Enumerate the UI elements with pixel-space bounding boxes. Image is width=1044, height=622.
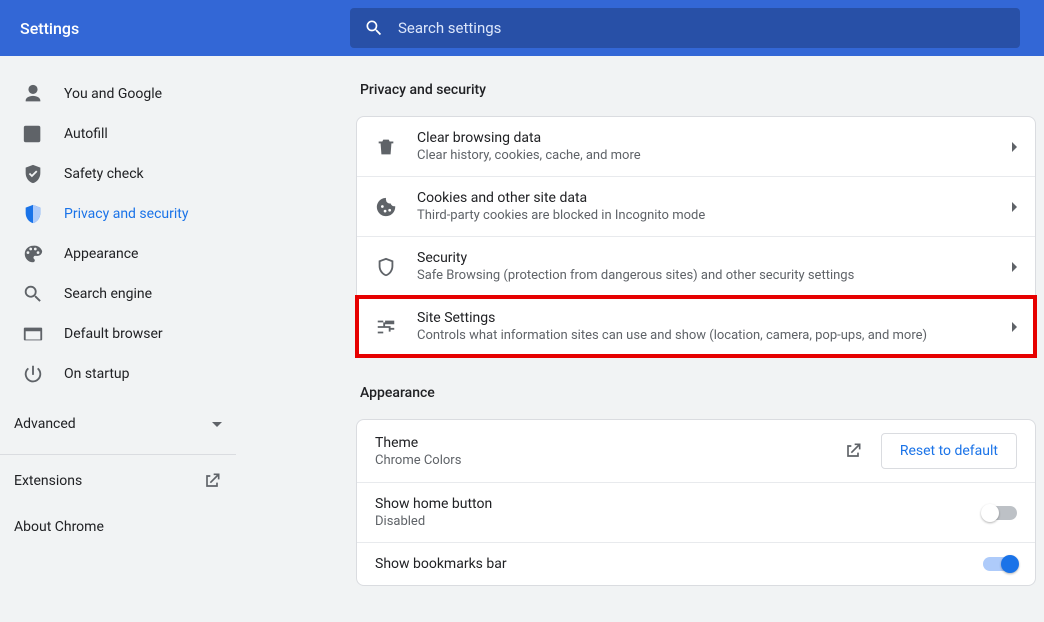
reset-to-default-button[interactable]: Reset to default — [881, 433, 1017, 469]
open-external-icon — [202, 471, 222, 491]
sidebar-item-on-startup[interactable]: On startup — [0, 354, 250, 394]
row-sub: Third-party cookies are blocked in Incog… — [417, 208, 1002, 223]
shield-outline-icon — [375, 256, 397, 278]
search-engine-icon — [22, 283, 44, 305]
sidebar-item-autofill[interactable]: Autofill — [0, 114, 250, 154]
appearance-card: Theme Chrome Colors Reset to default Show… — [356, 419, 1036, 586]
browser-icon — [22, 323, 44, 345]
row-site-settings[interactable]: Site Settings Controls what information s… — [357, 297, 1035, 356]
row-sub: Clear history, cookies, cache, and more — [417, 148, 1002, 163]
toggle-home-button[interactable] — [983, 506, 1017, 520]
page-title: Settings — [20, 19, 350, 38]
main-content: Privacy and security Clear browsing data… — [250, 56, 1044, 622]
sidebar-item-label: You and Google — [64, 86, 162, 102]
person-icon — [22, 83, 44, 105]
cookie-icon — [375, 196, 397, 218]
sidebar-advanced-toggle[interactable]: Advanced — [0, 404, 250, 444]
sidebar-extensions[interactable]: Extensions — [0, 461, 250, 501]
sidebar-item-label: On startup — [64, 366, 130, 382]
section-title-privacy: Privacy and security — [356, 82, 1036, 98]
row-sub: Disabled — [375, 514, 983, 529]
sidebar-item-label: Default browser — [64, 326, 163, 342]
chevron-right-icon — [1012, 142, 1017, 152]
header: Settings — [0, 0, 1044, 56]
sidebar-item-label: Appearance — [64, 246, 138, 262]
sidebar-item-label: Autofill — [64, 126, 108, 142]
trash-icon — [375, 136, 397, 158]
sidebar-item-label: Safety check — [64, 166, 144, 182]
row-title: Show home button — [375, 496, 983, 512]
tune-icon — [375, 316, 397, 338]
power-icon — [22, 363, 44, 385]
row-security[interactable]: Security Safe Browsing (protection from d… — [357, 237, 1035, 297]
sidebar-about-chrome[interactable]: About Chrome — [0, 507, 250, 547]
sidebar-item-label: Privacy and security — [64, 206, 188, 222]
row-theme[interactable]: Theme Chrome Colors Reset to default — [357, 420, 1035, 483]
row-clear-browsing-data[interactable]: Clear browsing data Clear history, cookie… — [357, 117, 1035, 177]
open-external-icon — [843, 441, 863, 461]
about-label: About Chrome — [14, 519, 104, 535]
sidebar-item-you-and-google[interactable]: You and Google — [0, 74, 250, 114]
sidebar-item-safety-check[interactable]: Safety check — [0, 154, 250, 194]
sidebar-item-search-engine[interactable]: Search engine — [0, 274, 250, 314]
divider — [0, 454, 236, 455]
row-sub: Safe Browsing (protection from dangerous… — [417, 268, 1002, 283]
chevron-right-icon — [1012, 322, 1017, 332]
sidebar-item-label: Search engine — [64, 286, 152, 302]
extensions-label: Extensions — [14, 473, 82, 489]
chevron-right-icon — [1012, 262, 1017, 272]
row-title: Show bookmarks bar — [375, 556, 983, 572]
search-input[interactable] — [398, 19, 1006, 37]
chevron-right-icon — [1012, 202, 1017, 212]
search-box[interactable] — [350, 8, 1020, 48]
row-title: Theme — [375, 435, 843, 451]
privacy-card: Clear browsing data Clear history, cookie… — [356, 116, 1036, 357]
row-show-bookmarks-bar[interactable]: Show bookmarks bar — [357, 543, 1035, 585]
chevron-down-icon — [212, 422, 222, 427]
row-title: Site Settings — [417, 310, 1002, 326]
sidebar-item-default-browser[interactable]: Default browser — [0, 314, 250, 354]
row-cookies[interactable]: Cookies and other site data Third-party c… — [357, 177, 1035, 237]
toggle-bookmarks-bar[interactable] — [983, 557, 1017, 571]
row-show-home-button[interactable]: Show home button Disabled — [357, 483, 1035, 543]
shield-check-icon — [22, 163, 44, 185]
sidebar-item-privacy-security[interactable]: Privacy and security — [0, 194, 250, 234]
section-title-appearance: Appearance — [356, 385, 1036, 401]
sidebar-item-appearance[interactable]: Appearance — [0, 234, 250, 274]
row-sub: Controls what information sites can use … — [417, 328, 1002, 343]
row-title: Security — [417, 250, 1002, 266]
row-title: Clear browsing data — [417, 130, 1002, 146]
sidebar: You and Google Autofill Safety check Pri… — [0, 56, 250, 622]
advanced-label: Advanced — [14, 416, 76, 432]
search-icon — [364, 18, 384, 38]
row-title: Cookies and other site data — [417, 190, 1002, 206]
row-sub: Chrome Colors — [375, 453, 843, 468]
autofill-icon — [22, 123, 44, 145]
shield-icon — [22, 203, 44, 225]
palette-icon — [22, 243, 44, 265]
